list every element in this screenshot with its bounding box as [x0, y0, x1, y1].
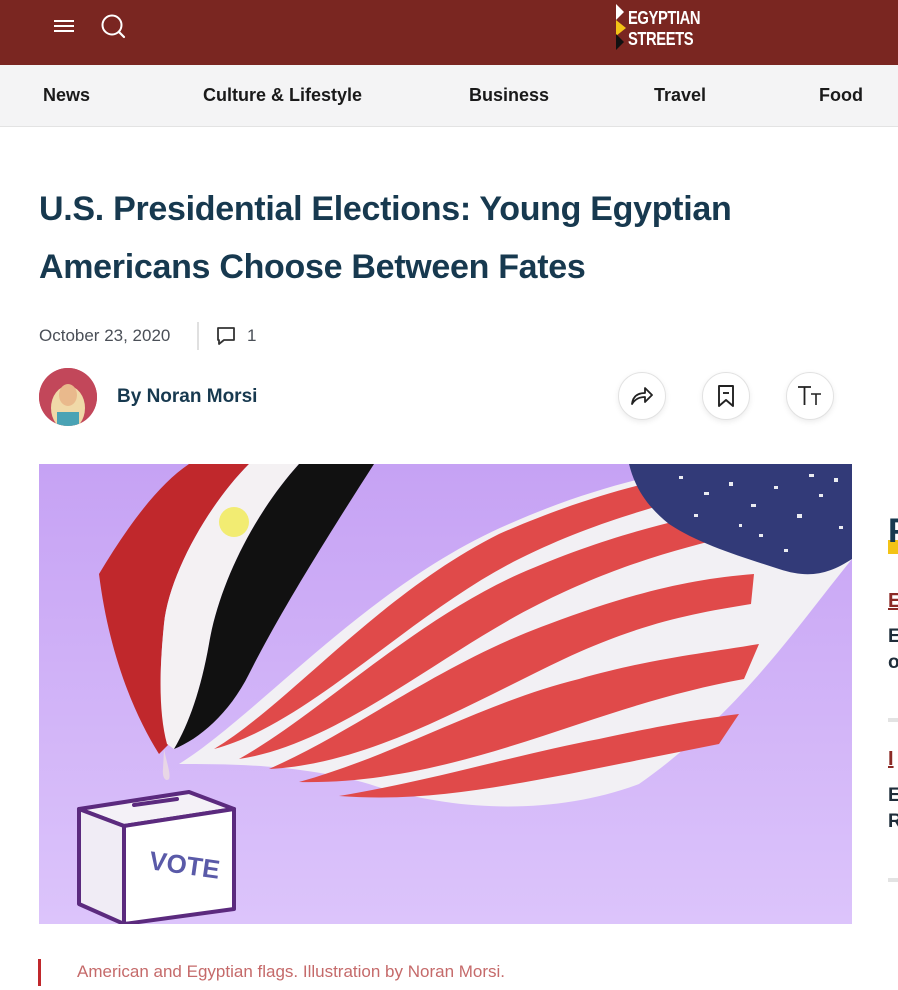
- ballot-box: VOTE: [77, 790, 236, 924]
- author-avatar[interactable]: [39, 368, 97, 426]
- hero-image: VOTE: [39, 464, 852, 924]
- hamburger-menu-icon[interactable]: [52, 16, 76, 36]
- share-icon: [631, 387, 653, 405]
- sidebar-item-2-text-line2: R: [888, 811, 898, 832]
- nav-item-business[interactable]: Business: [469, 85, 549, 106]
- image-caption: American and Egyptian flags. Illustratio…: [77, 962, 506, 981]
- sidebar-item-2-text-line1: E: [888, 785, 898, 806]
- sidebar-item-1-text-line2: o: [888, 652, 898, 673]
- category-nav: News Culture & Lifestyle Business Travel…: [0, 65, 898, 127]
- search-icon[interactable]: [99, 12, 127, 40]
- bookmark-button[interactable]: [702, 372, 750, 420]
- nav-item-travel[interactable]: Travel: [654, 85, 706, 106]
- sidebar-divider: [888, 878, 898, 882]
- caption-accent-bar: [38, 959, 41, 986]
- nav-item-food[interactable]: Food: [819, 85, 863, 106]
- egyptian-streets-logo[interactable]: EGYPTIAN STREETS: [614, 4, 704, 50]
- author-name[interactable]: Noran Morsi: [147, 386, 258, 407]
- publish-date: October 23, 2020: [39, 326, 171, 345]
- text-size-button[interactable]: [786, 372, 834, 420]
- sidebar-divider: [888, 718, 898, 722]
- logo-mark-icon: [616, 4, 626, 50]
- sidebar-item-2-link[interactable]: I: [888, 748, 894, 771]
- comment-count[interactable]: 1: [247, 326, 256, 346]
- text-size-icon: [798, 386, 821, 405]
- logo-text-line2: STREETS: [628, 29, 694, 49]
- flags-illustration: VOTE: [39, 464, 852, 924]
- byline: By Noran Morsi: [117, 386, 257, 408]
- share-button[interactable]: [618, 372, 666, 420]
- meta-divider: [197, 322, 199, 350]
- comment-icon[interactable]: [215, 325, 237, 347]
- bookmark-icon: [718, 385, 734, 407]
- logo-text-line1: EGYPTIAN: [628, 8, 701, 28]
- author-avatar-illustration: [39, 368, 97, 426]
- nav-item-news[interactable]: News: [43, 85, 90, 106]
- nav-item-culture-lifestyle[interactable]: Culture & Lifestyle: [203, 85, 362, 106]
- byline-prefix: By: [117, 386, 142, 407]
- sidebar-item-1-link[interactable]: E: [888, 590, 898, 613]
- sidebar-item-1-text-line1: E: [888, 626, 898, 647]
- article-title: U.S. Presidential Elections: Young Egypt…: [39, 190, 732, 286]
- sidebar-heading: P: [888, 512, 898, 551]
- top-header-bar: EGYPTIAN STREETS: [0, 0, 898, 65]
